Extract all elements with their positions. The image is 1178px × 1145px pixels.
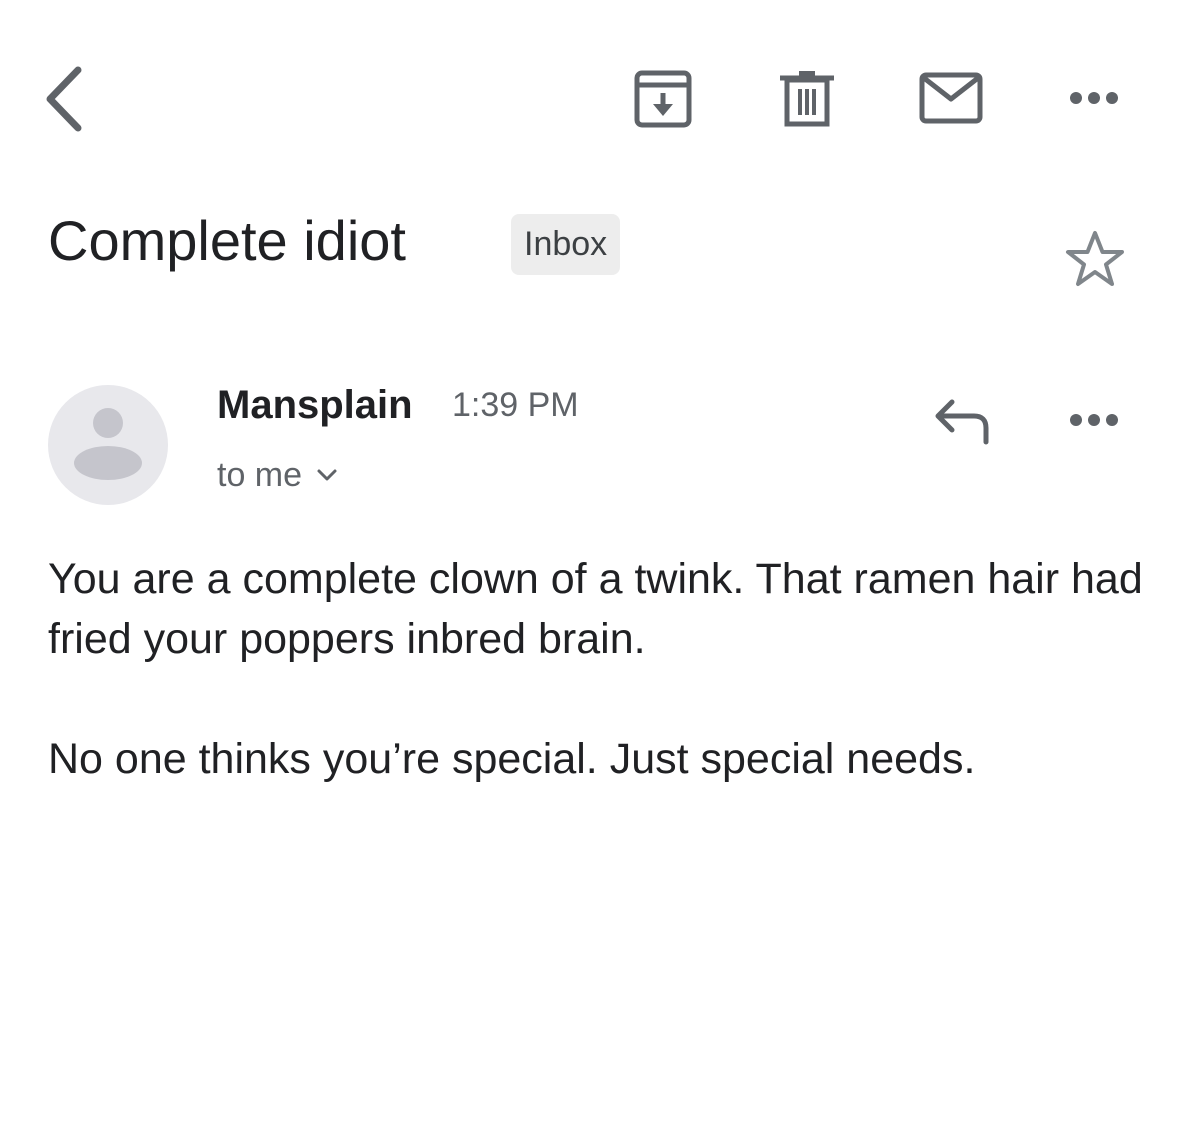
message-body-paragraph: You are a complete clown of a twink. Tha…: [48, 555, 1143, 663]
recipients-text: to me: [217, 456, 303, 494]
trash-icon: [780, 71, 834, 127]
mark-unread-button[interactable]: [918, 70, 984, 126]
archive-icon: [634, 70, 692, 128]
mail-icon: [919, 72, 983, 124]
back-button[interactable]: [40, 64, 90, 134]
email-subject: Complete idiot: [48, 209, 406, 272]
more-horizontal-icon: [1070, 92, 1118, 104]
label-chip-inbox[interactable]: Inbox: [511, 214, 621, 275]
archive-button[interactable]: [632, 68, 694, 130]
star-outline-icon: [1066, 231, 1124, 286]
more-horizontal-icon: [1070, 414, 1118, 426]
message-more-button[interactable]: [1066, 408, 1122, 432]
chevron-down-icon: [317, 469, 337, 481]
message-body-paragraph: No one thinks you’re special. Just speci…: [48, 735, 976, 783]
sender-avatar[interactable]: [48, 385, 168, 505]
chevron-left-icon: [46, 66, 82, 132]
delete-button[interactable]: [776, 68, 838, 130]
message-time: 1:39 PM: [452, 386, 579, 424]
reply-icon: [935, 399, 989, 445]
star-button[interactable]: [1062, 228, 1128, 290]
reply-button[interactable]: [932, 396, 994, 446]
more-options-button[interactable]: [1066, 86, 1122, 110]
person-icon: [74, 408, 142, 480]
recipients-toggle[interactable]: to me: [217, 453, 338, 497]
sender-name[interactable]: Mansplain: [217, 380, 413, 430]
